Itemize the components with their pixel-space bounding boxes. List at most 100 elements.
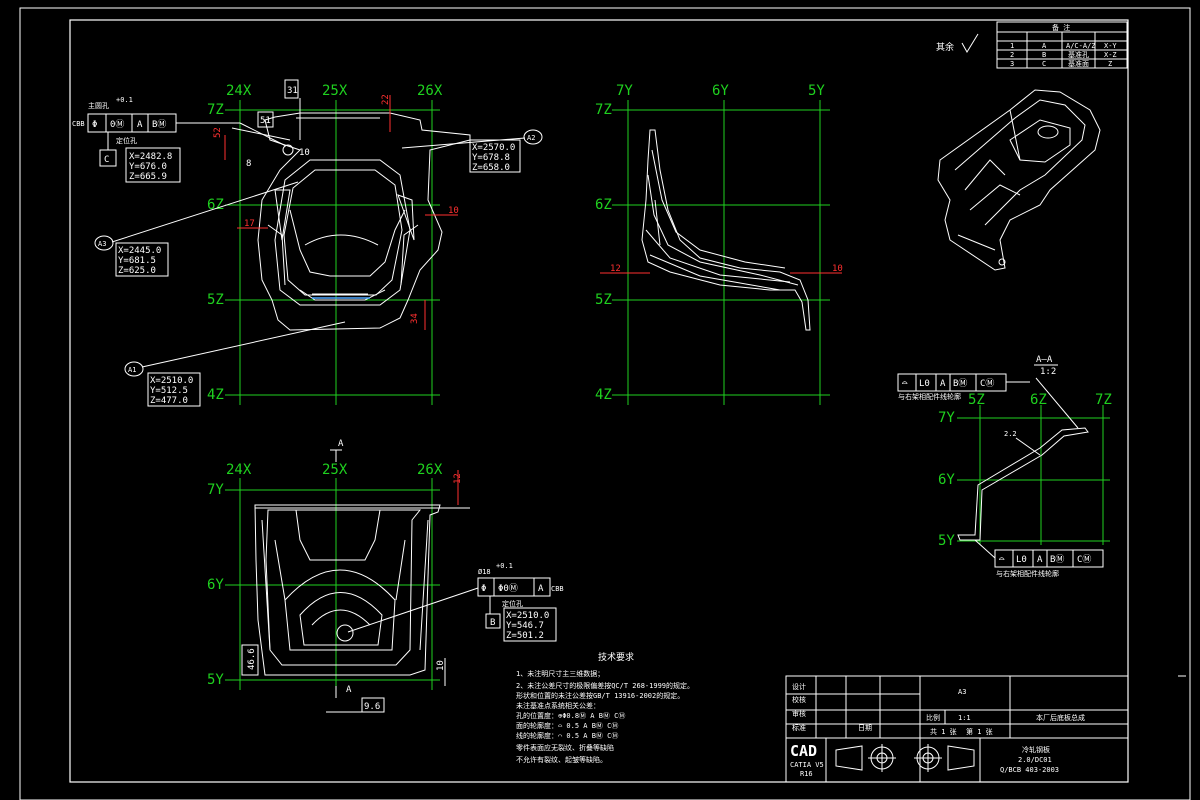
- tb-release: R16: [800, 770, 813, 778]
- pin-frame-tol: 0Ⓜ: [110, 119, 124, 130]
- tb-logo: CAD: [790, 742, 817, 760]
- pin-datum: C: [104, 155, 109, 165]
- pin-frame-b: BⓂ: [152, 119, 166, 130]
- top-x-label-25: 25X: [322, 462, 348, 478]
- sec-frame-top-0: ⌓: [902, 379, 908, 389]
- hole-x: X=2510.0: [506, 611, 549, 621]
- top-dim-12: 12: [453, 473, 463, 484]
- rev-r0c0: 1: [1010, 42, 1014, 50]
- tb-row-1: 校核: [792, 695, 806, 704]
- a2-x: X=2570.0: [472, 143, 515, 153]
- hole-frame-tol: Φ0Ⓜ: [498, 583, 518, 594]
- notes-title: 技术要求: [598, 651, 634, 663]
- pin-z: Z=665.9: [129, 172, 167, 182]
- hole-frame-sym: Φ: [481, 584, 486, 594]
- tb-spec3: Q/BCB 403-2003: [1000, 766, 1059, 774]
- top-section-mark-top: A: [338, 439, 344, 449]
- pin-y: Y=676.0: [129, 162, 167, 172]
- side-z-label-5: 5Z: [595, 292, 612, 308]
- hole-tol: +0.1: [496, 562, 513, 570]
- a3-id: A3: [98, 240, 106, 248]
- note-line-8: 不允许有裂纹、起皱等缺陷。: [516, 755, 607, 764]
- rev-r2c3: Z: [1108, 60, 1112, 68]
- side-z-label-4: 4Z: [595, 387, 612, 403]
- sec-frame-bot-0: ⌓: [999, 555, 1005, 565]
- hole-cbb: CBB: [551, 585, 564, 593]
- top-dim-46: 46.6: [247, 648, 257, 670]
- tb-scale: 1:1: [958, 714, 971, 722]
- a2-y: Y=678.8: [472, 153, 510, 163]
- top-dim-10: 10: [436, 660, 446, 671]
- note-line-6: 线的轮廓度：⌒ 0.5 A BⓂ CⓂ: [516, 731, 618, 740]
- a3-y: Y=681.5: [118, 256, 156, 266]
- note-line-4: 孔的位置度：⊕Φ0.8Ⓜ A BⓂ CⓂ: [516, 711, 625, 720]
- pin-frame-a: A: [137, 120, 143, 130]
- revision-title: 备 注: [1052, 23, 1070, 32]
- roughness-label: 其余: [936, 41, 954, 53]
- top-y-label-6: 6Y: [207, 577, 224, 593]
- sec-frame-bot-1: L0: [1016, 555, 1027, 565]
- top-x-label-26: 26X: [417, 462, 443, 478]
- front-x-label-26: 26X: [417, 83, 443, 99]
- top-y-label-7: 7Y: [207, 482, 224, 498]
- note-line-3: 未注基准点系统相关公差：: [516, 701, 600, 710]
- tb-row-0: 设计: [792, 682, 806, 691]
- point-a3-callout: A3 X=2445.0 Y=681.5 Z=625.0: [94, 181, 299, 277]
- a1-id: A1: [128, 366, 136, 374]
- sec-frame-bot-2: A: [1037, 555, 1043, 565]
- tb-row-2: 审核: [792, 709, 806, 718]
- hole-frame-a: A: [538, 584, 544, 594]
- side-z-label-6: 6Z: [595, 197, 612, 213]
- front-dim-51: 51: [260, 116, 271, 126]
- rev-r1c1: B: [1042, 51, 1046, 59]
- front-view: 24X 25X 26X 7Z 6Z 5Z 4Z 31 51 22 52 10 8…: [72, 79, 543, 407]
- note-line-5: 面的轮廓度：⌓ 0.5 A BⓂ CⓂ: [516, 721, 618, 730]
- front-dim-52: 52: [213, 127, 223, 138]
- section-scale: 1:2: [1040, 367, 1056, 377]
- projection-symbols: [835, 744, 975, 772]
- front-x-label-24: 24X: [226, 83, 252, 99]
- side-dim-12: 12: [610, 264, 621, 274]
- point-a1-callout: A1 X=2510.0 Y=512.5 Z=477.0: [124, 321, 346, 407]
- sec-note-top: 与右架相配件线轮廓: [898, 392, 961, 401]
- title-block: 设计 校核 审核 标准 日期 A3 比例 1:1 本厂后底板总成 共 1 张 第…: [785, 675, 1129, 783]
- tb-row-3: 标准: [792, 723, 806, 732]
- sec-frame-top-2: A: [940, 379, 946, 389]
- a1-y: Y=512.5: [150, 386, 188, 396]
- section-z-label-5: 5Z: [968, 392, 985, 408]
- a2-z: Z=658.0: [472, 163, 510, 173]
- front-z-label-5: 5Z: [207, 292, 224, 308]
- revision-table: 备 注 1 A A/C-A/Z X-Y 2 B 基准孔 X-Z 3 C 基准面 …: [996, 21, 1128, 69]
- rev-r2c0: 3: [1010, 60, 1014, 68]
- note-line-7: 零件表面应无裂纹、折叠等缺陷: [516, 743, 614, 752]
- sec-frame-bot-3: BⓂ: [1050, 554, 1064, 565]
- rev-r1c2: 基准孔: [1068, 50, 1089, 59]
- side-y-label-6: 6Y: [712, 83, 729, 99]
- roughness-note: 其余: [936, 33, 979, 53]
- front-z-label-4: 4Z: [207, 387, 224, 403]
- side-z-label-7: 7Z: [595, 102, 612, 118]
- sec-frame-top-1: L0: [919, 379, 930, 389]
- section-y-label-5: 5Y: [938, 533, 955, 549]
- top-y-label-5: 5Y: [207, 672, 224, 688]
- pin-frame-sym: Φ: [92, 120, 97, 130]
- side-y-label-7: 7Y: [616, 83, 633, 99]
- hole-title: Ø18: [478, 568, 491, 576]
- top-dim-96: 9.6: [364, 702, 380, 712]
- tb-sheets: 共 1 张: [930, 727, 957, 736]
- pin-title: 主圆孔: [88, 101, 109, 110]
- section-y-label-7: 7Y: [938, 410, 955, 426]
- tb-material: A3: [958, 688, 966, 696]
- pin-tol: +0.1: [116, 96, 133, 104]
- section-title: A–A: [1036, 355, 1053, 365]
- hole-label: 定位孔: [502, 599, 523, 608]
- front-x-label-25: 25X: [322, 83, 348, 99]
- tb-sign: 日期: [858, 724, 872, 732]
- tb-software: CATIA V5: [790, 761, 824, 769]
- rev-r0c3: X-Y: [1104, 42, 1117, 50]
- note-line-2: 形状和位置的未注公差按GB/T 13916-2002的规定。: [516, 691, 684, 700]
- front-z-label-7: 7Z: [207, 102, 224, 118]
- front-dim-10b: 10: [448, 206, 459, 216]
- front-pin-callout: 主圆孔 +0.1 Φ 0Ⓜ A BⓂ CBB 定位孔 C X=2482.8 Y=…: [72, 96, 287, 183]
- sec-frame-top-3: BⓂ: [953, 378, 967, 389]
